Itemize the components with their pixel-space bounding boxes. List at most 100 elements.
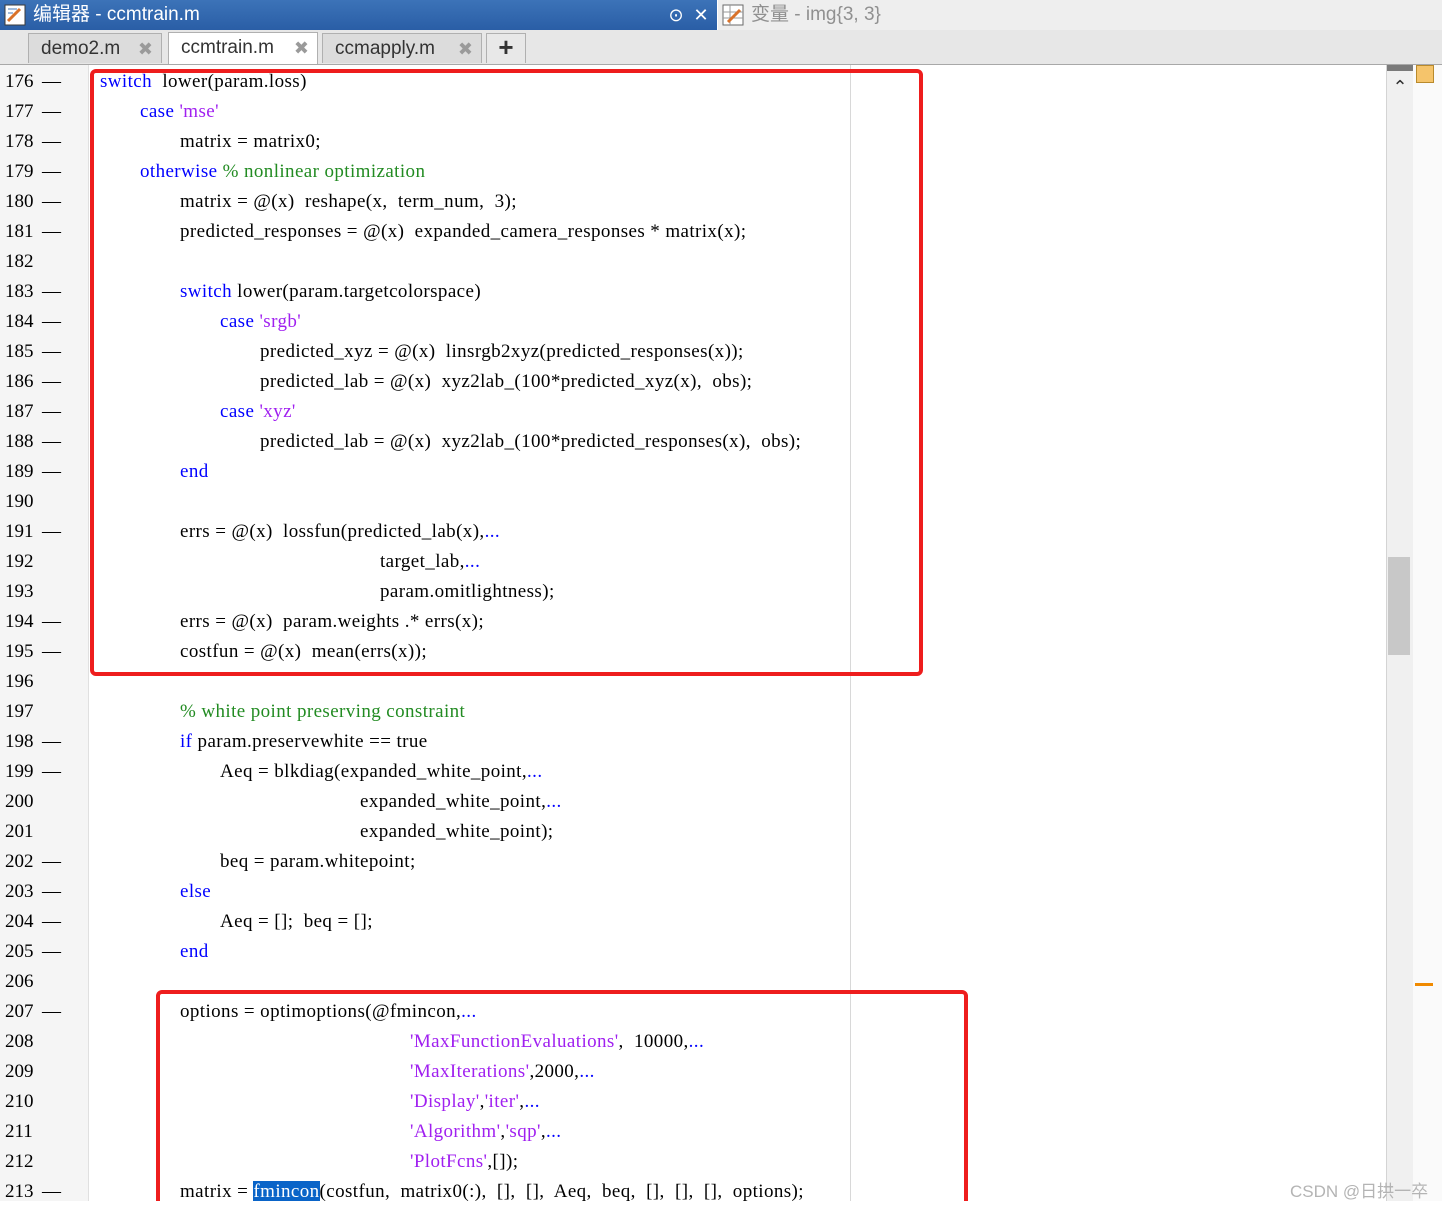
breakpoint-dash[interactable]: — [42,431,61,453]
code-token: ... [546,791,562,812]
add-tab-button[interactable]: + [486,33,526,63]
line-number: 199 [5,761,34,782]
code-token: if [180,731,193,752]
code-line[interactable]: 200 expanded_white_point,... [0,787,1386,817]
code-line[interactable]: 204 — Aeq = []; beq = []; [0,907,1386,937]
code-token: ... [527,761,543,782]
breakpoint-dash[interactable]: — [42,851,61,873]
line-number: 185 [5,341,34,362]
line-number: 193 [5,581,34,602]
breakpoint-dash[interactable]: — [42,911,61,933]
vertical-scrollbar[interactable]: ⌃ [1386,65,1413,1201]
code-text: % white point preserving constraint [180,701,465,723]
close-icon[interactable]: ✕ [690,4,712,26]
breakpoint-dash[interactable]: — [42,161,61,183]
line-number: 197 [5,701,34,722]
line-number: 203 [5,881,34,902]
breakpoint-dash[interactable]: — [42,221,61,243]
tab-close-icon[interactable]: ✖ [294,37,309,59]
editor-title: 编辑器 - ccmtrain.m [33,4,200,25]
warning-status-icon[interactable] [1416,65,1434,83]
line-number: 212 [5,1151,34,1172]
code-token: else [180,881,212,902]
line-number: 205 [5,941,34,962]
line-number: 179 [5,161,34,182]
code-line[interactable]: 201 expanded_white_point); [0,817,1386,847]
line-number: 196 [5,671,34,692]
tab-ccmapply[interactable]: ccmapply.m ✖ [322,33,482,63]
breakpoint-dash[interactable]: — [42,1181,61,1201]
dropdown-icon[interactable]: ⊙ [665,4,687,26]
tab-close-icon[interactable]: ✖ [138,38,153,60]
breakpoint-dash[interactable]: — [42,641,61,663]
breakpoint-dash[interactable]: — [42,371,61,393]
scrollbar-top-handle [1387,65,1413,71]
breakpoint-dash[interactable]: — [42,941,61,963]
line-number: 213 [5,1181,34,1201]
line-number: 194 [5,611,34,632]
code-line[interactable]: 202 — beq = param.whitepoint; [0,847,1386,877]
breakpoint-dash[interactable]: — [42,131,61,153]
breakpoint-dash[interactable]: — [42,611,61,633]
line-number: 207 [5,1001,34,1022]
variable-grid-icon [722,4,744,26]
code-analyzer-overview [1413,65,1442,1201]
code-line[interactable]: 205 — end [0,937,1386,967]
breakpoint-dash[interactable]: — [42,1001,61,1023]
breakpoint-dash[interactable]: — [42,311,61,333]
breakpoint-dash[interactable]: — [42,191,61,213]
line-number: 201 [5,821,34,842]
tab-ccmtrain[interactable]: ccmtrain.m ✖ [168,32,318,64]
breakpoint-dash[interactable]: — [42,341,61,363]
line-number: 204 [5,911,34,932]
breakpoint-dash[interactable]: — [42,461,61,483]
scrollbar-thumb[interactable] [1388,557,1410,655]
breakpoint-dash[interactable]: — [42,71,61,93]
code-line[interactable]: 197 % white point preserving constraint [0,697,1386,727]
breakpoint-dash[interactable]: — [42,281,61,303]
code-token: end [180,941,209,962]
code-token: beq = param.whitepoint; [220,851,416,872]
breakpoint-dash[interactable]: — [42,401,61,423]
chevron-up-icon[interactable]: ⌃ [1390,77,1410,97]
line-number: 189 [5,461,34,482]
highlight-box [90,69,923,676]
tab-close-icon[interactable]: ✖ [458,38,473,60]
title-bar: 编辑器 - ccmtrain.m ⊙ ✕ 变量 - img{3, 3} [0,0,1442,31]
highlight-box [156,990,968,1207]
code-line[interactable]: 199 — Aeq = blkdiag(expanded_white_point,.… [0,757,1386,787]
code-text: end [180,941,209,963]
code-text: if param.preservewhite == true [180,731,428,753]
line-number: 208 [5,1031,34,1052]
breakpoint-dash[interactable]: — [42,881,61,903]
editor-title-panel[interactable]: 编辑器 - ccmtrain.m ⊙ ✕ [0,0,717,30]
breakpoint-dash[interactable]: — [42,731,61,753]
watermark: CSDN @日拱一卒 [1290,1182,1429,1201]
breakpoint-dash[interactable]: — [42,761,61,783]
warning-marker[interactable] [1415,983,1433,986]
variables-title-panel[interactable]: 变量 - img{3, 3} [718,0,1442,30]
code-text: Aeq = blkdiag(expanded_white_point,... [220,761,542,783]
line-number: 210 [5,1091,34,1112]
breakpoint-dash[interactable]: — [42,521,61,543]
code-text: expanded_white_point); [360,821,553,843]
code-text: beq = param.whitepoint; [220,851,416,873]
line-number: 211 [5,1121,33,1142]
line-number: 202 [5,851,34,872]
line-number: 206 [5,971,34,992]
line-number: 182 [5,251,34,272]
code-line[interactable]: 203 — else [0,877,1386,907]
line-number: 177 [5,101,34,122]
tab-demo2[interactable]: demo2.m ✖ [28,33,162,63]
line-number: 188 [5,431,34,452]
code-token: Aeq = []; beq = []; [220,911,373,932]
code-line[interactable]: 198 — if param.preservewhite == true [0,727,1386,757]
line-number: 209 [5,1061,34,1082]
breakpoint-dash[interactable]: — [42,101,61,123]
code-token: param.preservewhite == true [192,731,428,752]
variables-title: 变量 - img{3, 3} [751,4,881,25]
line-number: 198 [5,731,34,752]
line-number: 191 [5,521,34,542]
line-number: 183 [5,281,34,302]
tab-label: ccmapply.m [335,38,435,59]
